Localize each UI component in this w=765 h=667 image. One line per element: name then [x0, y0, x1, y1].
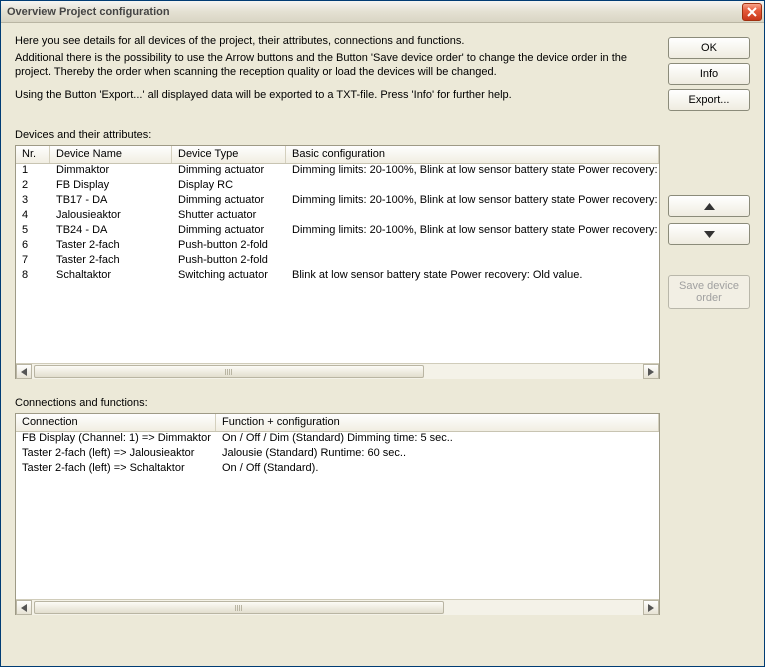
cell-device-type: Dimming actuator: [172, 224, 286, 239]
scroll-right-button[interactable]: [643, 600, 659, 615]
connections-header[interactable]: Connection Function + configuration: [16, 414, 659, 432]
scroll-left-button[interactable]: [16, 364, 32, 379]
cell-device-name: TB24 - DA: [50, 224, 172, 239]
cell-function: On / Off (Standard).: [216, 462, 659, 477]
cell-device-type: Switching actuator: [172, 269, 286, 284]
table-row[interactable]: FB Display (Channel: 1) => DimmaktorOn /…: [16, 432, 659, 447]
cell-basic-config: [286, 239, 659, 254]
cell-nr: 4: [16, 209, 50, 224]
scroll-left-button[interactable]: [16, 600, 32, 615]
export-button[interactable]: Export...: [668, 89, 750, 111]
cell-nr: 3: [16, 194, 50, 209]
intro-text: Here you see details for all devices of …: [15, 35, 635, 103]
cell-basic-config: Dimming limits: 20-100%, Blink at low se…: [286, 164, 659, 179]
chevron-left-icon: [21, 604, 27, 612]
cell-connection: Taster 2-fach (left) => Jalousieaktor: [16, 447, 216, 462]
cell-connection: Taster 2-fach (left) => Schaltaktor: [16, 462, 216, 477]
cell-nr: 7: [16, 254, 50, 269]
table-row[interactable]: 4JalousieaktorShutter actuator: [16, 209, 659, 224]
cell-device-name: FB Display: [50, 179, 172, 194]
cell-basic-config: [286, 179, 659, 194]
cell-basic-config: Blink at low sensor battery state Power …: [286, 269, 659, 284]
col-function[interactable]: Function + configuration: [216, 414, 659, 431]
title-bar: Overview Project configuration: [1, 1, 764, 23]
window-title: Overview Project configuration: [7, 6, 170, 18]
scroll-thumb[interactable]: [34, 365, 424, 378]
cell-device-name: Taster 2-fach: [50, 254, 172, 269]
cell-basic-config: [286, 209, 659, 224]
cell-function: Jalousie (Standard) Runtime: 60 sec..: [216, 447, 659, 462]
close-button[interactable]: [742, 3, 762, 21]
cell-device-type: Shutter actuator: [172, 209, 286, 224]
cell-device-type: Dimming actuator: [172, 164, 286, 179]
devices-header[interactable]: Nr. Device Name Device Type Basic config…: [16, 146, 659, 164]
scroll-track[interactable]: [32, 600, 643, 615]
chevron-right-icon: [648, 368, 654, 376]
scroll-right-button[interactable]: [643, 364, 659, 379]
move-up-button[interactable]: [668, 195, 750, 217]
connections-list: Connection Function + configuration FB D…: [15, 413, 660, 615]
connections-hscroll[interactable]: [16, 599, 659, 615]
col-device-name[interactable]: Device Name: [50, 146, 172, 163]
intro-line-3: Using the Button 'Export...' all display…: [15, 89, 635, 103]
ok-button[interactable]: OK: [668, 37, 750, 59]
cell-device-type: Push-button 2-fold: [172, 254, 286, 269]
cell-device-type: Display RC: [172, 179, 286, 194]
cell-nr: 1: [16, 164, 50, 179]
table-row[interactable]: 8SchaltaktorSwitching actuatorBlink at l…: [16, 269, 659, 284]
col-nr[interactable]: Nr.: [16, 146, 50, 163]
table-row[interactable]: Taster 2-fach (left) => JalousieaktorJal…: [16, 447, 659, 462]
info-button[interactable]: Info: [668, 63, 750, 85]
save-device-order-button[interactable]: Save device order: [668, 275, 750, 309]
connections-label: Connections and functions:: [15, 397, 750, 409]
cell-device-name: Taster 2-fach: [50, 239, 172, 254]
cell-device-type: Dimming actuator: [172, 194, 286, 209]
cell-device-name: Dimmaktor: [50, 164, 172, 179]
col-device-type[interactable]: Device Type: [172, 146, 286, 163]
arrow-down-icon: [704, 231, 715, 238]
devices-list: Nr. Device Name Device Type Basic config…: [15, 145, 660, 379]
table-row[interactable]: 2FB DisplayDisplay RC: [16, 179, 659, 194]
intro-line-2: Additional there is the possibility to u…: [15, 52, 635, 80]
col-connection[interactable]: Connection: [16, 414, 216, 431]
chevron-left-icon: [21, 368, 27, 376]
cell-nr: 5: [16, 224, 50, 239]
table-row[interactable]: 5TB24 - DADimming actuatorDimming limits…: [16, 224, 659, 239]
table-row[interactable]: 1DimmaktorDimming actuatorDimming limits…: [16, 164, 659, 179]
table-row[interactable]: 3TB17 - DADimming actuatorDimming limits…: [16, 194, 659, 209]
chevron-right-icon: [648, 604, 654, 612]
devices-label: Devices and their attributes:: [15, 129, 750, 141]
arrow-up-icon: [704, 203, 715, 210]
intro-line-1: Here you see details for all devices of …: [15, 35, 635, 49]
cell-basic-config: [286, 254, 659, 269]
cell-connection: FB Display (Channel: 1) => Dimmaktor: [16, 432, 216, 447]
table-row[interactable]: 6Taster 2-fachPush-button 2-fold: [16, 239, 659, 254]
col-basic-config[interactable]: Basic configuration: [286, 146, 659, 163]
cell-nr: 2: [16, 179, 50, 194]
cell-device-name: TB17 - DA: [50, 194, 172, 209]
scroll-thumb[interactable]: [34, 601, 444, 614]
cell-nr: 6: [16, 239, 50, 254]
devices-hscroll[interactable]: [16, 363, 659, 379]
cell-device-type: Push-button 2-fold: [172, 239, 286, 254]
close-icon: [747, 7, 757, 17]
cell-device-name: Schaltaktor: [50, 269, 172, 284]
move-down-button[interactable]: [668, 223, 750, 245]
table-row[interactable]: 7Taster 2-fachPush-button 2-fold: [16, 254, 659, 269]
cell-nr: 8: [16, 269, 50, 284]
scroll-track[interactable]: [32, 364, 643, 379]
cell-basic-config: Dimming limits: 20-100%, Blink at low se…: [286, 194, 659, 209]
cell-basic-config: Dimming limits: 20-100%, Blink at low se…: [286, 224, 659, 239]
cell-device-name: Jalousieaktor: [50, 209, 172, 224]
table-row[interactable]: Taster 2-fach (left) => SchaltaktorOn / …: [16, 462, 659, 477]
cell-function: On / Off / Dim (Standard) Dimming time: …: [216, 432, 659, 447]
